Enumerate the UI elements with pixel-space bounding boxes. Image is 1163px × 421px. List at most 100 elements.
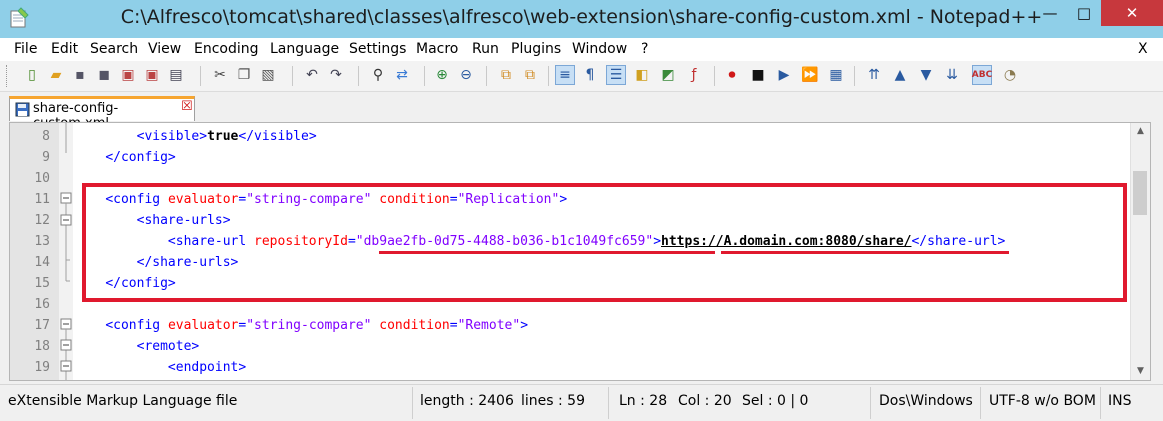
close-icon[interactable]: ▣ — [118, 65, 138, 85]
status-ins[interactable]: INS — [1108, 393, 1132, 409]
scroll-down-icon[interactable]: ▼ — [1131, 363, 1150, 380]
save-macro-icon[interactable]: ▦ — [826, 65, 846, 85]
code-line[interactable]: 17 <config evaluator = "string-compare" co… — [10, 315, 1140, 336]
menu-run[interactable]: Run — [472, 41, 499, 57]
share-url-underline — [721, 251, 1009, 254]
menu-edit[interactable]: Edit — [51, 41, 78, 57]
tab-close-icon[interactable]: ☒ — [181, 99, 193, 114]
menu-window[interactable]: Window — [572, 41, 627, 57]
menu-file[interactable]: File — [14, 41, 37, 57]
menu-settings[interactable]: Settings — [349, 41, 406, 57]
line-number: 13 — [34, 234, 50, 249]
code-token-tag: </visible> — [238, 129, 317, 144]
paste-icon[interactable]: ▧ — [258, 65, 278, 85]
menu-search[interactable]: Search — [90, 41, 138, 57]
sync-horizontal-icon[interactable]: ⧉ — [520, 65, 540, 85]
sync-vertical-icon[interactable]: ⧉ — [496, 65, 516, 85]
code-text[interactable]: <visible>true</visible> — [74, 129, 317, 144]
find-icon[interactable]: ⚲ — [368, 65, 388, 85]
show-all-characters-icon[interactable]: ¶ — [580, 65, 600, 85]
word-wrap-icon[interactable]: ≡ — [555, 65, 575, 85]
save-all-icon[interactable]: ◼ — [94, 65, 114, 85]
status-encoding[interactable]: UTF-8 w/o BOM — [989, 393, 1096, 409]
code-text[interactable]: <endpoint> — [74, 360, 246, 375]
line-number: 14 — [34, 255, 50, 270]
indent-guide-icon[interactable]: ☰ — [606, 65, 626, 85]
code-token-tag: <endpoint> — [167, 360, 247, 375]
toolbar-separator — [292, 66, 293, 86]
status-length: length : 2406 — [420, 393, 514, 409]
record-macro-icon[interactable]: ⏺ — [722, 65, 742, 85]
scrollbar-thumb[interactable] — [1133, 171, 1147, 215]
toolbar-grip — [6, 65, 10, 87]
line-number: 19 — [34, 360, 50, 375]
expand-all-icon[interactable]: ⇊ — [942, 65, 962, 85]
undo-icon[interactable]: ↶ — [302, 65, 322, 85]
code-text[interactable]: <remote> — [74, 339, 200, 354]
toolbar: ▯ ▰ ▪ ◼ ▣ ▣ ▤ ✂ ❐ ▧ ↶ ↷ ⚲ ⇄ ⊕ ⊖ ⧉ ⧉ ≡ ¶ … — [0, 61, 1163, 92]
code-text[interactable]: <config evaluator = "string-compare" condi… — [74, 318, 528, 333]
copy-icon[interactable]: ❐ — [234, 65, 254, 85]
menu-encoding[interactable]: Encoding — [194, 41, 259, 57]
document-map-icon[interactable]: ◩ — [658, 65, 678, 85]
line-number: 12 — [34, 213, 50, 228]
function-list-icon[interactable]: ƒ — [684, 65, 704, 85]
new-file-icon[interactable]: ▯ — [22, 65, 42, 85]
close-document-button[interactable]: X — [1138, 41, 1148, 57]
code-line[interactable]: 9 </config> — [10, 147, 1140, 168]
line-number: 8 — [42, 129, 50, 144]
zoom-out-icon[interactable]: ⊖ — [456, 65, 476, 85]
scroll-up-icon[interactable]: ▲ — [1131, 123, 1150, 140]
status-col: Col : 20 — [678, 393, 732, 409]
minimize-button[interactable]: — — [1033, 0, 1067, 26]
code-line[interactable]: 19 <endpoint> — [10, 357, 1140, 378]
code-line[interactable]: 18 <remote> — [10, 336, 1140, 357]
close-window-button[interactable]: ✕ — [1101, 0, 1163, 26]
status-file-type: eXtensible Markup Language file — [8, 393, 238, 409]
redo-icon[interactable]: ↷ — [326, 65, 346, 85]
menu-plugins[interactable]: Plugins — [511, 41, 561, 57]
collapse-all-icon[interactable]: ⇈ — [864, 65, 884, 85]
code-token-tag: = — [449, 318, 458, 333]
zoom-in-icon[interactable]: ⊕ — [432, 65, 452, 85]
run-macro-multiple-icon[interactable]: ⏩ — [800, 65, 820, 85]
code-token-val: "Remote" — [457, 318, 521, 333]
plugin-icon[interactable]: ◔ — [1000, 65, 1020, 85]
code-token-tag: <config — [105, 318, 168, 333]
status-separator — [608, 387, 609, 419]
code-text[interactable]: </config> — [74, 150, 175, 165]
replace-icon[interactable]: ⇄ — [392, 65, 412, 85]
vertical-scrollbar[interactable]: ▲ ▼ — [1130, 123, 1150, 380]
code-line[interactable]: 8 <visible>true</visible> — [10, 126, 1140, 147]
maximize-button[interactable]: □ — [1067, 0, 1101, 26]
play-macro-icon[interactable]: ▶ — [774, 65, 794, 85]
status-ln: Ln : 28 — [619, 393, 668, 409]
menu-help[interactable]: ? — [641, 41, 648, 57]
toolbar-separator — [714, 66, 715, 86]
menu-macro[interactable]: Macro — [416, 41, 458, 57]
cut-icon[interactable]: ✂ — [210, 65, 230, 85]
menu-view[interactable]: View — [148, 41, 181, 57]
tab-bar: share-config-custom.xml ☒ — [0, 92, 1163, 131]
code-token-attr: condition — [379, 318, 450, 333]
title-bar: C:\Alfresco\tomcat\shared\classes\alfres… — [0, 0, 1163, 38]
toolbar-separator — [424, 66, 425, 86]
line-number: 17 — [34, 318, 50, 333]
stop-macro-icon[interactable]: ■ — [748, 65, 768, 85]
menu-language[interactable]: Language — [270, 41, 339, 57]
print-icon[interactable]: ▤ — [166, 65, 186, 85]
arrow-down-icon[interactable]: ▼ — [916, 65, 936, 85]
user-language-icon[interactable]: ◧ — [632, 65, 652, 85]
status-eol[interactable]: Dos\Windows — [879, 393, 973, 409]
arrow-up-icon[interactable]: ▲ — [890, 65, 910, 85]
tab-share-config-custom[interactable]: share-config-custom.xml ☒ — [9, 96, 195, 131]
open-file-icon[interactable]: ▰ — [46, 65, 66, 85]
line-number: 9 — [42, 150, 50, 165]
close-all-icon[interactable]: ▣ — [142, 65, 162, 85]
spell-check-icon[interactable]: ABC — [972, 65, 992, 85]
save-icon[interactable]: ▪ — [70, 65, 90, 85]
code-token-val: "string-compare" — [246, 318, 372, 333]
status-sel: Sel : 0 | 0 — [742, 393, 809, 409]
